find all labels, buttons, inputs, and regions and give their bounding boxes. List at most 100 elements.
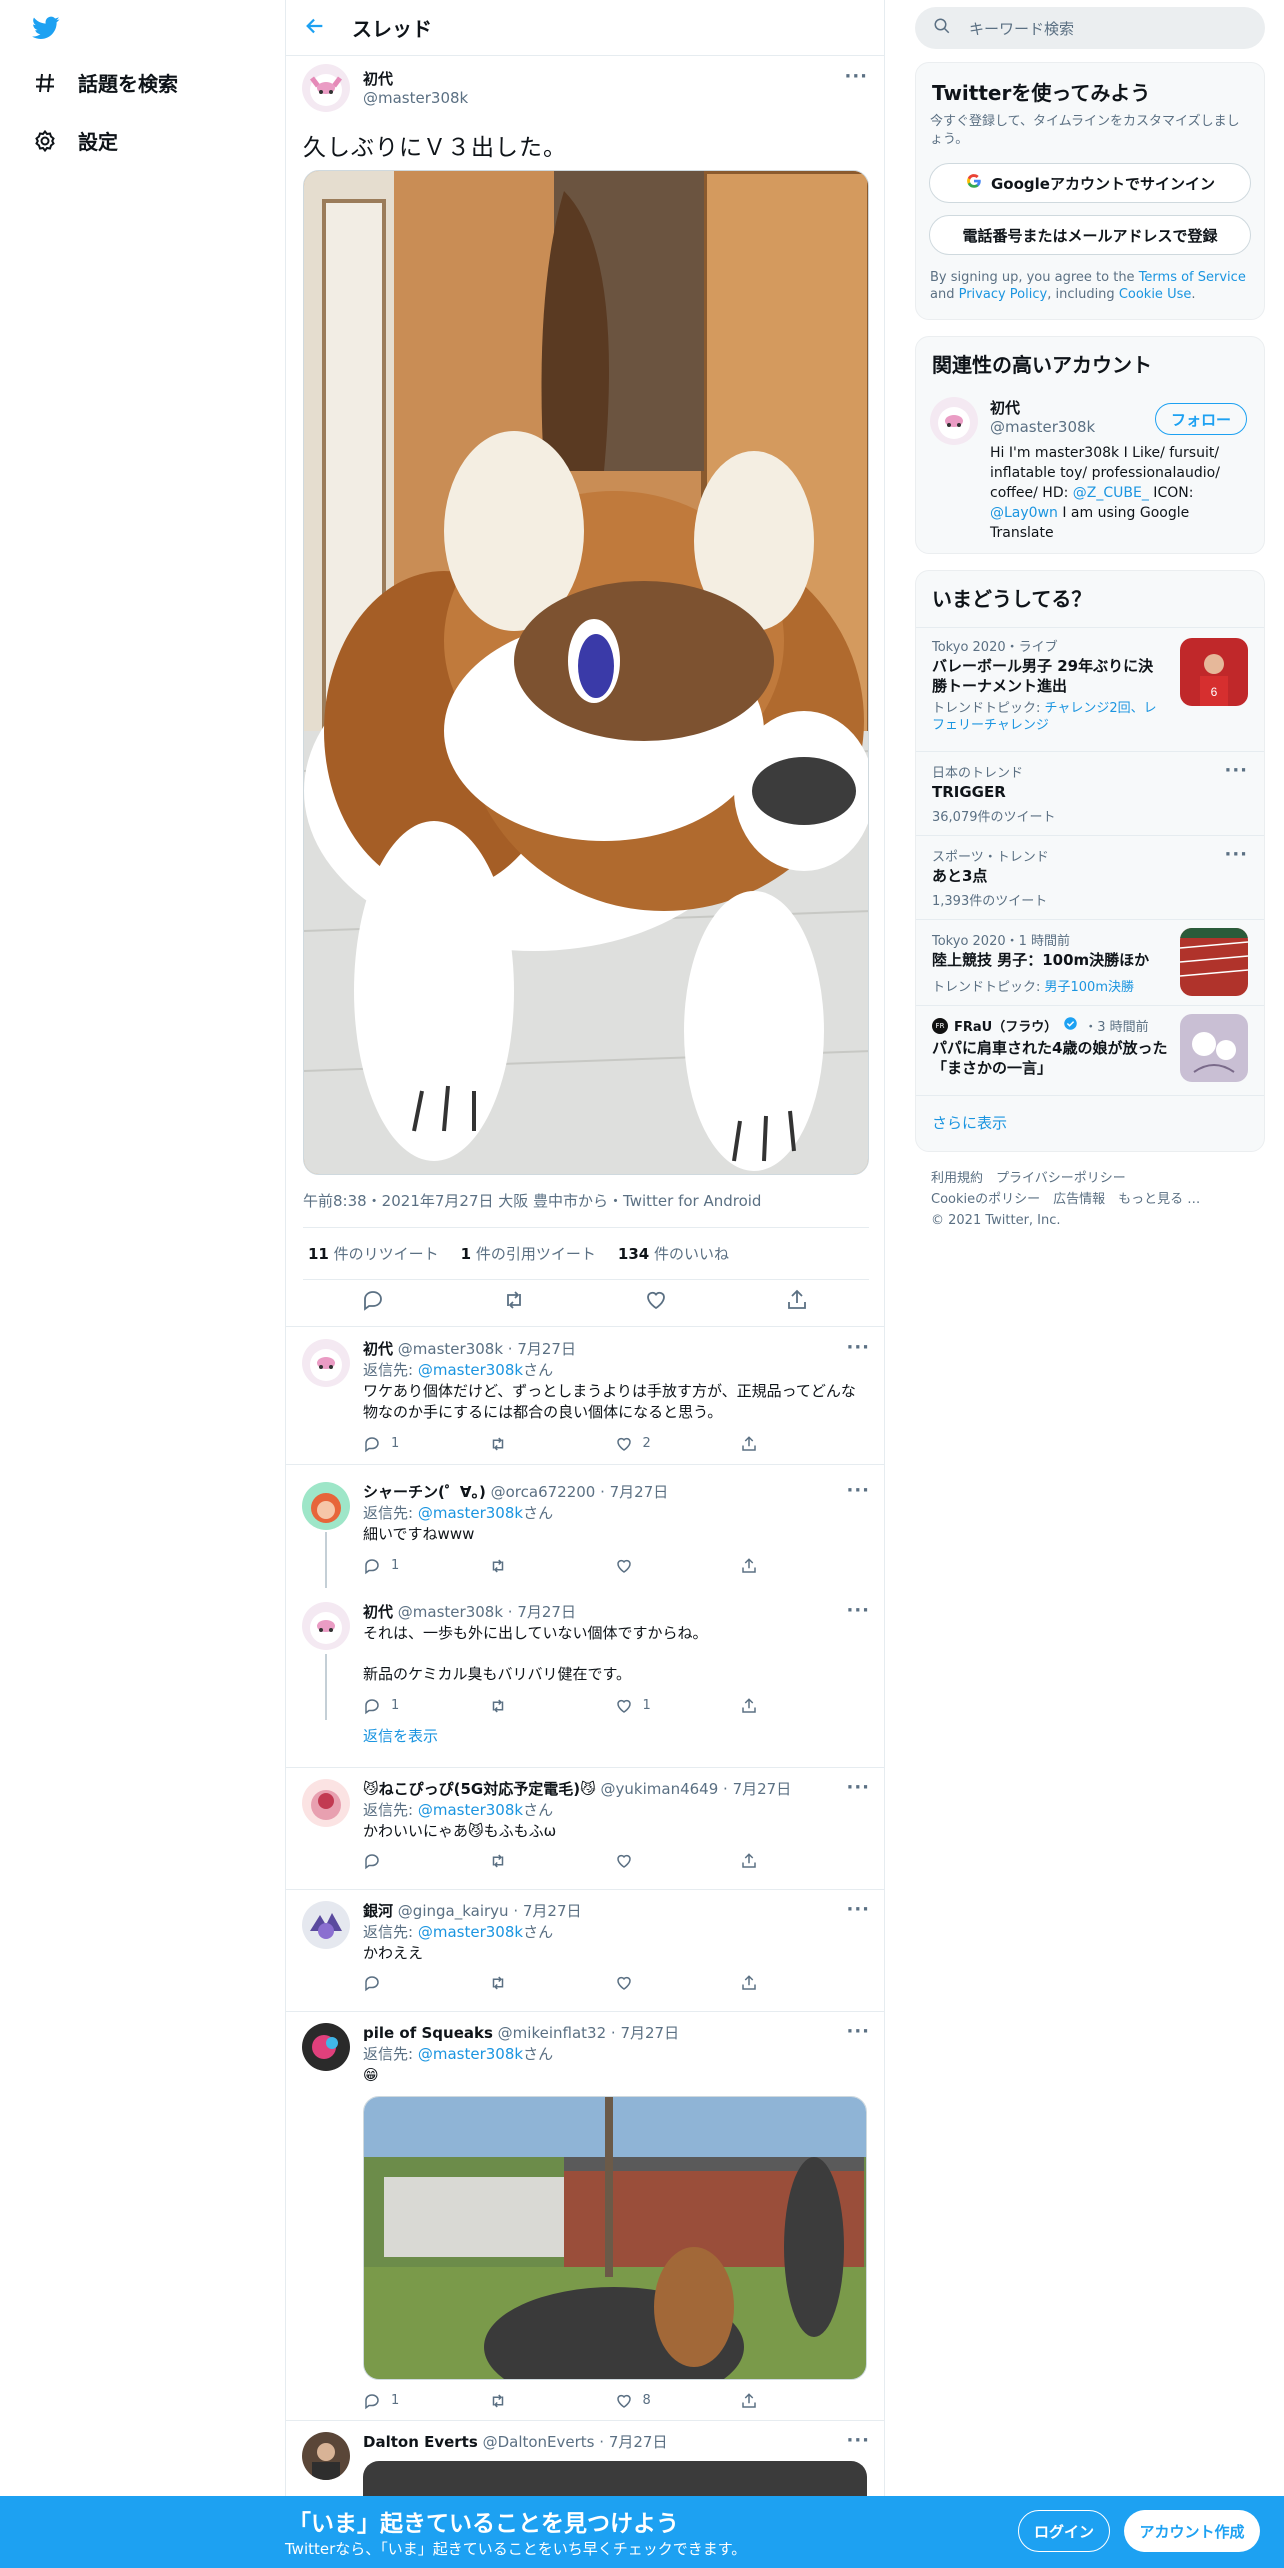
reply-author-name[interactable]: シャーチン(゜∀。) <box>363 1483 486 1501</box>
trend-item[interactable]: スポーツ・トレンド あと3点 1,393件のツイート ··· <box>916 835 1264 919</box>
footer-link[interactable]: 利用規約 <box>931 1171 983 1186</box>
footer-link[interactable]: 広告情報 <box>1053 1192 1105 1207</box>
twitter-bird-icon[interactable] <box>30 14 62 42</box>
reply-button[interactable] <box>363 1852 489 1870</box>
footer-link[interactable]: もっと見る … <box>1118 1192 1200 1207</box>
main-tweet-author[interactable]: 初代 @master308k <box>363 68 468 107</box>
avatar[interactable] <box>302 1779 350 1827</box>
nav-settings[interactable]: 設定 <box>32 126 118 155</box>
avatar[interactable] <box>302 1901 350 1949</box>
google-signin-button[interactable]: Googleアカウントでサインイン <box>929 163 1251 203</box>
more-icon[interactable]: ··· <box>844 66 868 87</box>
avatar[interactable] <box>302 64 350 112</box>
avatar[interactable] <box>302 1339 350 1387</box>
like-button[interactable]: 2 <box>615 1433 741 1454</box>
reply-tweet[interactable]: ··· 銀河 @ginga_kairyu · 7月27日 返信先: @maste… <box>286 1891 884 2012</box>
retweet-button[interactable] <box>489 1695 615 1716</box>
reply-tweet[interactable]: ··· 初代 @master308k · 7月27日 返信先: @master3… <box>286 1327 884 1465</box>
retweet-icon[interactable] <box>502 1288 528 1314</box>
reply-button[interactable]: 1 <box>363 2390 489 2411</box>
reply-author-name[interactable]: Dalton Everts <box>363 2433 478 2451</box>
search-box[interactable]: キーワード検索 <box>915 7 1265 49</box>
like-button[interactable]: 1 <box>615 1695 741 1716</box>
trend-item[interactable]: FR FRaU（フラウ） ・3 時間前 パパに肩車された4歳の娘が放った「まさか… <box>916 1005 1264 1095</box>
reply-tweet[interactable]: ··· 初代 @master308k · 7月27日 それは、一歩も外に出してい… <box>286 1586 884 1768</box>
replying-to-link[interactable]: @master308k <box>418 1801 523 1819</box>
avatar[interactable] <box>930 397 978 445</box>
trend-topic-link[interactable]: 男子100m決勝 <box>1045 980 1134 995</box>
reply-date[interactable]: 7月27日 <box>620 2024 679 2042</box>
privacy-link[interactable]: Privacy Policy <box>959 287 1048 302</box>
like-button[interactable] <box>615 1852 741 1870</box>
phone-signup-button[interactable]: 電話番号またはメールアドレスで登録 <box>929 215 1251 255</box>
reply-button[interactable]: 1 <box>363 1555 489 1576</box>
replying-to-link[interactable]: @master308k <box>418 1923 523 1941</box>
trend-item[interactable]: 日本のトレンド TRIGGER 36,079件のツイート ··· <box>916 751 1264 835</box>
more-icon[interactable]: ··· <box>1224 760 1248 781</box>
related-account[interactable]: 初代 @master308k <box>990 397 1095 436</box>
avatar[interactable] <box>302 1602 350 1650</box>
reply-photo[interactable] <box>363 2096 867 2380</box>
reply-date[interactable]: 7月27日 <box>609 2433 668 2451</box>
like-button[interactable] <box>615 1974 741 1992</box>
avatar[interactable] <box>302 2432 350 2480</box>
show-more-link[interactable]: さらに表示 <box>932 1112 1007 1133</box>
cookie-link[interactable]: Cookie Use <box>1119 287 1192 302</box>
reply-date[interactable]: 7月27日 <box>517 1340 576 1358</box>
share-button[interactable] <box>740 1555 866 1576</box>
reply-date[interactable]: 7月27日 <box>523 1902 582 1920</box>
footer-link[interactable]: Cookieのポリシー <box>931 1192 1040 1207</box>
share-button[interactable] <box>740 1974 866 1992</box>
nav-explore[interactable]: 話題を検索 <box>32 68 178 97</box>
show-replies-link[interactable]: 返信を表示 <box>363 1726 866 1747</box>
like-stat[interactable]: 134 件のいいね <box>618 1243 729 1264</box>
trend-item[interactable]: Tokyo 2020・ライブ バレーボール男子 29年ぶりに決勝トーナメント進出… <box>916 627 1264 751</box>
replying-to-link[interactable]: @master308k <box>418 1361 523 1379</box>
reply-author-name[interactable]: 😼ねこぴっぴ(5G対応予定電毛)😼 <box>363 1780 596 1798</box>
share-icon[interactable] <box>785 1288 811 1314</box>
reply-tweet[interactable]: ··· pile of Squeaks @mikeinflat32 · 7月27… <box>286 2013 884 2421</box>
reply-button[interactable] <box>363 1974 489 1992</box>
more-icon[interactable]: ··· <box>1224 844 1248 865</box>
arrow-left-icon[interactable] <box>304 15 326 41</box>
reply-button[interactable]: 1 <box>363 1433 489 1454</box>
reply-author-name[interactable]: 銀河 <box>363 1902 393 1920</box>
avatar[interactable] <box>302 2023 350 2071</box>
trend-item[interactable]: Tokyo 2020・1 時間前 陸上競技 男子：100m決勝ほか トレンドトピ… <box>916 919 1264 1005</box>
retweet-button[interactable] <box>489 2390 615 2411</box>
heart-icon[interactable] <box>644 1288 670 1314</box>
share-button[interactable] <box>740 1852 866 1870</box>
reply-author-name[interactable]: pile of Squeaks <box>363 2024 493 2042</box>
reply-author-name[interactable]: 初代 <box>363 1603 393 1621</box>
like-button[interactable] <box>615 1555 741 1576</box>
reply-icon[interactable] <box>361 1288 387 1314</box>
retweet-button[interactable] <box>489 1852 615 1870</box>
footer-link[interactable]: プライバシーポリシー <box>996 1171 1126 1186</box>
share-button[interactable] <box>740 1695 866 1716</box>
retweet-button[interactable] <box>489 1555 615 1576</box>
reply-date[interactable]: 7月27日 <box>517 1603 576 1621</box>
terms-link[interactable]: Terms of Service <box>1139 270 1246 285</box>
replying-to-link[interactable]: @master308k <box>418 1504 523 1522</box>
reply-button[interactable]: 1 <box>363 1695 489 1716</box>
reply-date[interactable]: 7月27日 <box>610 1483 669 1501</box>
bio-link[interactable]: @Lay0wn <box>990 505 1058 521</box>
reply-tweet[interactable]: ··· シャーチン(゜∀。) @orca672200 · 7月27日 返信先: … <box>286 1466 884 1588</box>
like-button[interactable]: 8 <box>615 2390 741 2411</box>
login-button[interactable]: ログイン <box>1018 2510 1110 2552</box>
show-more-row[interactable]: さらに表示 <box>916 1095 1264 1151</box>
share-button[interactable] <box>740 2390 866 2411</box>
search-input[interactable]: キーワード検索 <box>969 18 1074 39</box>
retweet-button[interactable] <box>489 1974 615 1992</box>
reply-author-name[interactable]: 初代 <box>363 1340 393 1358</box>
retweet-button[interactable] <box>489 1433 615 1454</box>
avatar[interactable] <box>302 1482 350 1530</box>
follow-button[interactable]: フォロー <box>1155 403 1247 435</box>
replying-to-link[interactable]: @master308k <box>418 2045 523 2063</box>
retweet-stat[interactable]: 11 件のリツイート <box>308 1243 439 1264</box>
quote-stat[interactable]: 1 件の引用ツイート <box>461 1243 596 1264</box>
tweet-photo[interactable] <box>303 170 869 1175</box>
reply-tweet[interactable]: ··· 😼ねこぴっぴ(5G対応予定電毛)😼 @yukiman4649 · 7月2… <box>286 1769 884 1890</box>
share-button[interactable] <box>740 1433 866 1454</box>
signup-button[interactable]: アカウント作成 <box>1124 2510 1260 2552</box>
